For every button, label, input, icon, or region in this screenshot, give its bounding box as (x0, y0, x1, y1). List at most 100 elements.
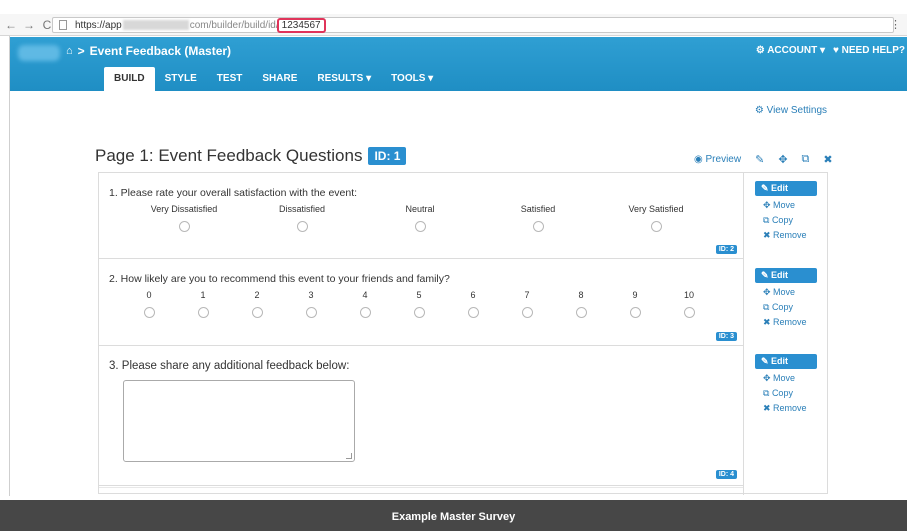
tab-results[interactable]: RESULTS ▾ (307, 67, 381, 91)
help-menu[interactable]: ♥ NEED HELP? (833, 45, 905, 56)
question-actions-3: ✎ Edit ✥ Move ⧉ Copy ✖ Remove (755, 354, 819, 414)
edit-button[interactable]: ✎ Edit (755, 268, 817, 283)
radio-button[interactable] (296, 221, 308, 232)
tab-tools[interactable]: TOOLS ▾ (381, 67, 443, 91)
radio-button[interactable] (650, 221, 662, 232)
option-label: 2 (254, 290, 260, 300)
move-button[interactable]: ✥ Move (755, 372, 819, 384)
gear-icon: ⚙ (754, 105, 764, 116)
help-label: NEED HELP? (841, 45, 905, 56)
radio-button[interactable] (413, 307, 425, 318)
tab-test[interactable]: TEST (207, 67, 253, 91)
radio-button[interactable] (575, 307, 587, 318)
option-10[interactable]: 10 (677, 290, 701, 318)
close-icon: ✖ (763, 403, 774, 413)
option-label: 6 (470, 290, 476, 300)
radio-button[interactable] (629, 307, 641, 318)
page-id-badge: ID: 1 (368, 147, 407, 165)
option-label: Satisfied (520, 204, 556, 214)
close-icon: ✖ (763, 230, 774, 240)
page-icon (59, 20, 67, 30)
edit-label: Edit (771, 356, 789, 366)
option-neutral[interactable]: Neutral (365, 204, 475, 232)
pencil-icon: ✎ (761, 270, 772, 280)
tab-style[interactable]: STYLE (155, 67, 207, 91)
option-1[interactable]: 1 (191, 290, 215, 318)
radio-button[interactable] (414, 221, 426, 232)
radio-button[interactable] (467, 307, 479, 318)
radio-button[interactable] (532, 221, 544, 232)
question-id-badge: ID: 4 (715, 470, 737, 479)
actions-divider (743, 173, 744, 495)
move-button[interactable]: ✥ Move (755, 199, 819, 211)
option-label: 10 (683, 290, 694, 300)
edit-button[interactable]: ✎ Edit (755, 181, 817, 196)
view-settings-link[interactable]: ⚙ View Settings (755, 105, 827, 116)
back-button[interactable]: ← (4, 16, 18, 34)
tab-build[interactable]: BUILD (104, 67, 155, 91)
option-label: Neutral (405, 204, 435, 214)
option-8[interactable]: 8 (569, 290, 593, 318)
option-9[interactable]: 9 (623, 290, 647, 318)
account-menu[interactable]: ⚙ ACCOUNT ▾ (756, 45, 825, 56)
copy-icon[interactable]: ⧉ (802, 153, 810, 166)
question-id-badge: ID: 2 (715, 245, 737, 254)
option-6[interactable]: 6 (461, 290, 485, 318)
tab-share[interactable]: SHARE (252, 67, 307, 91)
radio-button[interactable] (521, 307, 533, 318)
option-label: 8 (578, 290, 584, 300)
radio-button[interactable] (197, 307, 209, 318)
copy-button[interactable]: ⧉ Copy (755, 301, 819, 313)
close-icon[interactable]: ✖ (823, 153, 832, 166)
account-label: ACCOUNT ▾ (767, 45, 825, 56)
logo[interactable] (18, 45, 60, 61)
pencil-icon[interactable]: ✎ (755, 153, 764, 166)
option-label: 5 (416, 290, 422, 300)
option-label: 3 (308, 290, 314, 300)
radio-button[interactable] (143, 307, 155, 318)
copy-icon: ⧉ (763, 215, 772, 225)
option-satisfied[interactable]: Satisfied (483, 204, 593, 232)
option-5[interactable]: 5 (407, 290, 431, 318)
remove-button[interactable]: ✖ Remove (755, 402, 819, 414)
remove-button[interactable]: ✖ Remove (755, 316, 819, 328)
remove-label: Remove (773, 403, 807, 413)
heart-icon: ♥ (832, 45, 839, 56)
option-2[interactable]: 2 (245, 290, 269, 318)
preview-link[interactable]: ◉ Preview (694, 154, 741, 165)
copy-button[interactable]: ⧉ Copy (755, 387, 819, 399)
window-left-edge (0, 36, 10, 496)
question-title: 3. Please share any additional feedback … (109, 360, 350, 372)
option-0[interactable]: 0 (137, 290, 161, 318)
question-block-2: 2. How likely are you to recommend this … (99, 259, 743, 346)
radio-button[interactable] (359, 307, 371, 318)
move-button[interactable]: ✥ Move (755, 286, 819, 298)
home-icon[interactable]: ⌂ (66, 45, 73, 57)
option-very-dissatisfied[interactable]: Very Dissatisfied (129, 204, 239, 232)
question-block-3: 3. Please share any additional feedback … (99, 346, 743, 486)
radio-button[interactable] (305, 307, 317, 318)
edit-label: Edit (771, 270, 789, 280)
move-label: Move (773, 373, 796, 383)
option-4[interactable]: 4 (353, 290, 377, 318)
radio-button[interactable] (178, 221, 190, 232)
survey-title[interactable]: Event Feedback (Master) (90, 44, 231, 58)
option-very-satisfied[interactable]: Very Satisfied (601, 204, 711, 232)
edit-button[interactable]: ✎ Edit (755, 354, 817, 369)
forward-button[interactable]: → (22, 16, 36, 34)
radio-button[interactable] (251, 307, 263, 318)
feedback-textarea[interactable] (123, 380, 355, 462)
option-3[interactable]: 3 (299, 290, 323, 318)
remove-button[interactable]: ✖ Remove (755, 229, 819, 241)
address-bar[interactable]: https://app com/builder/build/id/1234567 (52, 17, 894, 33)
option-7[interactable]: 7 (515, 290, 539, 318)
resize-handle[interactable] (346, 453, 352, 459)
preview-label: Preview (705, 154, 742, 165)
remove-label: Remove (773, 317, 807, 327)
option-dissatisfied[interactable]: Dissatisfied (247, 204, 357, 232)
radio-button[interactable] (683, 307, 695, 318)
move-icon[interactable]: ✥ (778, 153, 787, 166)
copy-button[interactable]: ⧉ Copy (755, 214, 819, 226)
browser-menu-icon[interactable]: ⋮ (890, 18, 901, 31)
pencil-icon: ✎ (761, 356, 772, 366)
